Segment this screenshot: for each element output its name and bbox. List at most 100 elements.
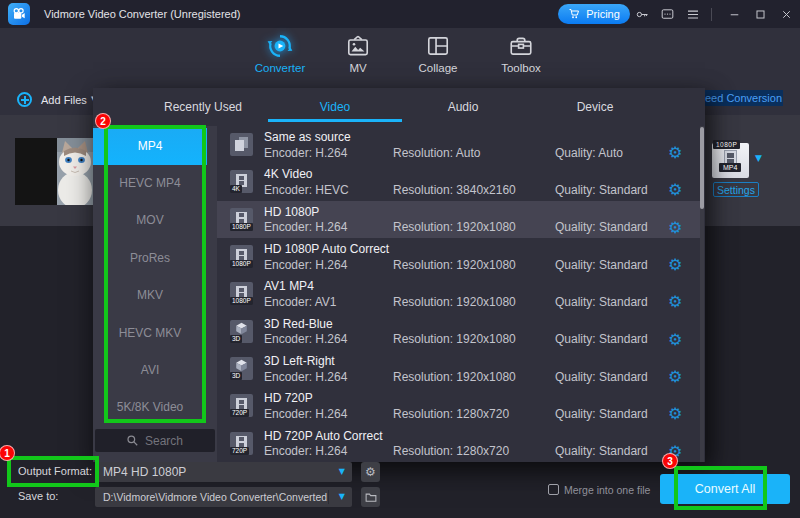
format-settings-gear-icon[interactable]: ⚙ [668, 332, 682, 348]
settings-label: Settings [717, 184, 755, 196]
minimize-button[interactable] [726, 7, 742, 22]
format-quality: Quality: Standard [555, 220, 648, 234]
browse-folder-button[interactable] [361, 487, 380, 507]
format-row-hd-1080p-auto-correct[interactable]: 1080PHD 1080P Auto CorrectEncoder: H.264… [217, 238, 700, 275]
app-window: Vidmore Video Converter (Unregistered) P… [0, 0, 800, 518]
format-badge: MP4 [719, 163, 741, 172]
tab-toolbox-label: Toolbox [476, 62, 566, 74]
settings-button[interactable]: Settings [713, 182, 759, 197]
format-type-icon: 3D [230, 357, 253, 380]
pricing-button[interactable]: Pricing [558, 4, 630, 24]
format-resolution: Resolution: 1920x1080 [393, 332, 516, 346]
format-search-box[interactable]: Search [95, 429, 215, 452]
format-quality: Quality: Standard [555, 295, 648, 309]
annotation-green-rect-sidebar [104, 125, 206, 423]
add-files-button[interactable]: Add Files [41, 94, 87, 106]
format-dropdown-chevron-icon[interactable]: ▼ [755, 153, 762, 163]
format-resolution: Resolution: 1920x1080 [393, 370, 516, 384]
format-title: HD 1080P [264, 205, 319, 219]
format-row-hd-1080p[interactable]: 1080P HD 1080PEncoder: H.264 Resolution: 1… [217, 201, 700, 238]
format-resolution: Resolution: 1920x1080 [393, 220, 516, 234]
save-to-divider [328, 490, 329, 504]
format-quality: Quality: Standard [555, 332, 648, 346]
tab-toolbox[interactable]: Toolbox [476, 28, 566, 85]
output-format-chevron-icon[interactable]: ▼ [339, 462, 345, 482]
format-title: 3D Left-Right [264, 354, 335, 368]
scrollbar-thumb[interactable] [700, 127, 704, 209]
register-key-icon[interactable] [634, 7, 650, 22]
cart-icon [568, 8, 581, 20]
format-type-icon: 1080P [230, 208, 253, 231]
format-list: Same as source Encoder: H.264 Resolution: … [217, 126, 700, 462]
format-title: Same as source [264, 130, 351, 144]
format-row-3d-red-blue[interactable]: 3D3D Red-BlueEncoder: H.264Resolution: 1… [217, 313, 700, 350]
profile-settings-button[interactable]: ⚙ [361, 462, 380, 482]
format-quality: Quality: Standard [555, 407, 648, 421]
format-settings-gear-icon[interactable]: ⚙ [668, 182, 682, 198]
format-tab-audio[interactable]: Audio [403, 88, 523, 126]
tab-converter[interactable]: Converter [235, 28, 325, 85]
save-to-chevron-icon[interactable]: ▼ [339, 487, 345, 507]
output-format-value: MP4 HD 1080P [103, 462, 186, 482]
resolution-badge: 1080P [713, 140, 740, 149]
converter-icon [267, 33, 293, 59]
format-encoder: Encoder: H.264 [264, 407, 347, 421]
close-button[interactable] [778, 7, 794, 22]
format-settings-gear-icon[interactable]: ⚙ [668, 220, 682, 236]
format-encoder: Encoder: H.264 [264, 258, 347, 272]
tab-collage[interactable]: Collage [393, 28, 483, 85]
format-encoder: Encoder: HEVC [264, 183, 349, 197]
format-settings-gear-icon[interactable]: ⚙ [668, 406, 682, 422]
format-title: HD 720P Auto Correct [264, 429, 383, 443]
format-row-hd-720p[interactable]: 720PHD 720PEncoder: H.264Resolution: 128… [217, 387, 700, 424]
format-resolution: Resolution: 3840x2160 [393, 183, 516, 197]
merge-label: Merge into one file [564, 484, 650, 496]
format-type-icon [230, 133, 253, 156]
format-title: HD 720P [264, 391, 313, 405]
format-type-icon: 4K [230, 170, 253, 193]
maximize-button[interactable] [752, 7, 768, 22]
mv-icon [345, 33, 371, 59]
titlebar: Vidmore Video Converter (Unregistered) P… [0, 0, 800, 28]
toolbox-icon [508, 33, 534, 59]
tab-collage-label: Collage [393, 62, 483, 74]
format-encoder: Encoder: H.264 [264, 332, 347, 346]
format-resolution: Resolution: 1920x1080 [393, 295, 516, 309]
format-encoder: Encoder: H.264 [264, 444, 347, 458]
format-row-hd-720p-auto-correct[interactable]: 720PHD 720P Auto CorrectEncoder: H.264Re… [217, 425, 700, 462]
format-row-3d-left-right[interactable]: 3D3D Left-RightEncoder: H.264Resolution:… [217, 350, 700, 387]
format-resolution: Resolution: Auto [393, 146, 480, 160]
format-type-icon: 3D [230, 320, 253, 343]
output-format-dropdown[interactable]: MP4 HD 1080P ▼ [95, 462, 352, 482]
format-encoder: Encoder: H.264 [264, 146, 347, 160]
collage-icon [425, 33, 451, 59]
format-tab-recently-used[interactable]: Recently Used [143, 88, 263, 126]
speed-conversion-label: eed Conversion [703, 90, 783, 106]
format-quality: Quality: Standard [555, 183, 648, 197]
format-row-4k-video[interactable]: 4K4K VideoEncoder: HEVCResolution: 3840x… [217, 163, 700, 200]
format-settings-gear-icon[interactable]: ⚙ [668, 294, 682, 310]
format-row-av1-mp4[interactable]: 1080PAV1 MP4Encoder: AV1Resolution: 1920… [217, 275, 700, 312]
pricing-label: Pricing [586, 8, 620, 20]
format-row-same-as-source[interactable]: Same as source Encoder: H.264 Resolution: … [217, 126, 700, 163]
tab-mv[interactable]: MV [313, 28, 403, 85]
format-settings-gear-icon[interactable]: ⚙ [668, 369, 682, 385]
menu-icon[interactable] [685, 7, 701, 22]
format-encoder: Encoder: H.264 [264, 220, 347, 234]
speed-conversion-banner[interactable]: eed Conversion [703, 90, 783, 106]
save-to-dropdown[interactable]: D:\Vidmore\Vidmore Video Converter\Conve… [95, 487, 352, 507]
format-settings-gear-icon[interactable]: ⚙ [668, 145, 682, 161]
format-quality: Quality: Standard [555, 258, 648, 272]
format-tab-device[interactable]: Device [535, 88, 655, 126]
annotation-step-3-badge: 3 [662, 453, 678, 469]
add-files-icon[interactable] [17, 92, 32, 107]
format-settings-gear-icon[interactable]: ⚙ [668, 257, 682, 273]
merge-checkbox[interactable] [548, 484, 559, 495]
scrollbar[interactable] [700, 126, 704, 462]
annotation-green-rect-convert-all [674, 466, 767, 510]
feedback-icon[interactable] [659, 7, 675, 22]
search-placeholder: Search [145, 434, 183, 448]
format-resolution: Resolution: 1280x720 [393, 444, 509, 458]
format-type-icon: 720P [230, 394, 253, 417]
window-title: Vidmore Video Converter (Unregistered) [44, 0, 240, 28]
